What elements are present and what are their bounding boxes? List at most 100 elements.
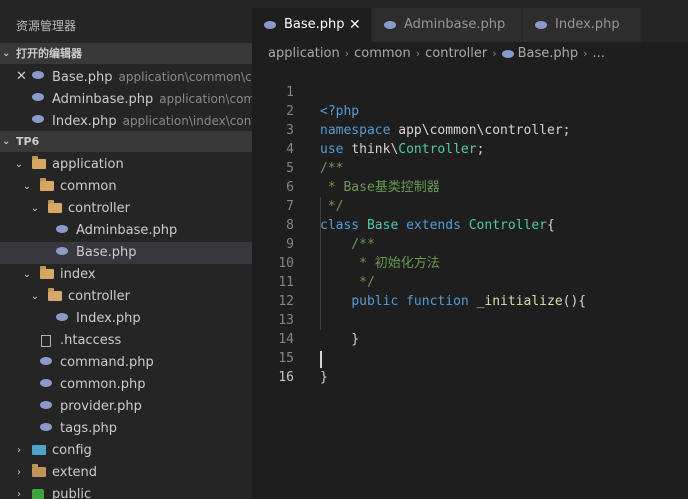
explorer-sidebar: 资源管理器 ⌄ 打开的编辑器 ✕ Base.php application\com… <box>0 0 252 499</box>
php-file-icon <box>32 115 44 123</box>
tree-label: controller <box>68 201 131 216</box>
open-editor-item-adminbase[interactable]: Adminbase.php application\comm... <box>0 88 252 110</box>
chevron-right-icon: › <box>17 467 21 478</box>
tree-folder-index[interactable]: ⌄ index <box>0 264 252 286</box>
code-line: 12 <box>252 273 688 309</box>
breadcrumb-item[interactable]: application <box>268 46 340 61</box>
code-line: 15 } <box>252 330 688 385</box>
project-header[interactable]: ⌄ TP6 <box>0 131 252 152</box>
code-line: 10 */ <box>252 235 688 290</box>
tab-label: Index.php <box>555 17 620 32</box>
php-file-icon <box>40 423 52 431</box>
tab-index[interactable]: Index.php <box>523 8 641 42</box>
php-file-icon <box>264 21 276 29</box>
tree-label: Index.php <box>76 311 141 326</box>
tree-folder-public[interactable]: › public <box>0 484 252 499</box>
folder-open-icon <box>32 156 46 169</box>
tree-file-htaccess[interactable]: .htaccess <box>0 330 252 352</box>
open-editor-name: Base.php <box>52 70 113 85</box>
breadcrumb-item[interactable]: controller <box>425 46 487 61</box>
code-line: 5 * Base基类控制器 <box>252 140 688 195</box>
chevron-right-icon: › <box>17 489 21 499</box>
chevron-down-icon: ⌄ <box>14 159 24 170</box>
public-folder-icon <box>32 489 44 499</box>
open-editors-header[interactable]: ⌄ 打开的编辑器 <box>0 43 252 64</box>
tree-folder-controller[interactable]: ⌄ controller <box>0 198 252 220</box>
tree-label: .htaccess <box>60 333 122 348</box>
code-line: 6 */ <box>252 159 688 214</box>
tree-file-common[interactable]: common.php <box>0 374 252 396</box>
project-name: TP6 <box>16 135 40 148</box>
open-editor-item-index[interactable]: Index.php application\index\contro... <box>0 110 252 132</box>
tree-label: provider.php <box>60 399 142 414</box>
chevron-right-icon: › <box>415 47 421 60</box>
tree-folder-common[interactable]: ⌄ common <box>0 176 252 198</box>
php-file-icon <box>32 93 44 101</box>
tree-label: common <box>60 179 117 194</box>
tab-base[interactable]: Base.php ✕ <box>252 8 371 42</box>
tree-folder-config[interactable]: › config <box>0 440 252 462</box>
open-editor-path: application\comm... <box>159 92 252 106</box>
breadcrumb-item[interactable]: Base.php <box>518 46 579 61</box>
chevron-down-icon: ⌄ <box>2 48 11 59</box>
tree-label: index <box>60 267 96 282</box>
tree-file-index[interactable]: Index.php <box>0 308 252 330</box>
chevron-down-icon: ⌄ <box>30 203 40 214</box>
editor-tab-bar: Base.php ✕ Adminbase.php Index.php <box>252 0 688 42</box>
explorer-title: 资源管理器 <box>16 19 77 33</box>
chevron-right-icon: › <box>344 47 350 60</box>
code-line: 1 <?php <box>252 64 688 119</box>
open-editor-item-base[interactable]: ✕ Base.php application\common\con... <box>0 66 252 88</box>
chevron-down-icon: ⌄ <box>22 181 32 192</box>
php-file-icon <box>501 49 514 58</box>
breadcrumb-item[interactable]: common <box>354 46 411 61</box>
code-line: 4 /** <box>252 121 688 176</box>
breadcrumb-item[interactable]: ... <box>593 46 605 61</box>
tree-folder-application[interactable]: ⌄ application <box>0 154 252 176</box>
php-file-icon <box>56 225 68 233</box>
tree-file-tags[interactable]: tags.php <box>0 418 252 440</box>
chevron-right-icon: › <box>583 47 588 60</box>
open-editor-path: application\index\contro... <box>122 114 252 128</box>
folder-open-icon <box>48 200 62 213</box>
php-file-icon <box>56 247 68 255</box>
code-line: 2 namespace app\common\controller; <box>252 83 688 138</box>
punctuation: } <box>320 370 328 385</box>
code-line: 14 <box>252 311 688 347</box>
code-line: 16 <box>252 349 688 385</box>
tree-file-command[interactable]: command.php <box>0 352 252 374</box>
php-file-icon <box>535 21 547 29</box>
folder-open-icon <box>48 288 62 301</box>
php-file-icon <box>40 379 52 387</box>
folder-open-icon <box>40 266 54 279</box>
tree-label: controller <box>68 289 131 304</box>
code-line: 8 /** <box>252 197 688 252</box>
code-editor[interactable]: 1 <?php 2 namespace app\common\controlle… <box>252 64 688 385</box>
breadcrumb: application › common › controller › Base.php ›.… <box>268 42 605 66</box>
open-editor-name: Adminbase.php <box>52 92 154 107</box>
close-icon[interactable]: ✕ <box>349 8 361 42</box>
close-icon[interactable]: ✕ <box>16 66 27 88</box>
open-editors-label: 打开的编辑器 <box>16 47 82 60</box>
text-cursor <box>320 351 322 368</box>
indent-guide <box>320 197 321 330</box>
chevron-down-icon: ⌄ <box>30 291 40 302</box>
tree-folder-controller[interactable]: ⌄ controller <box>0 286 252 308</box>
open-editor-name: Index.php <box>52 114 117 129</box>
tab-adminbase[interactable]: Adminbase.php <box>372 8 522 42</box>
tree-label: common.php <box>60 377 146 392</box>
tree-file-base[interactable]: Base.php <box>0 242 252 264</box>
php-file-icon <box>384 21 396 29</box>
code-line: 7 class Base extends Controller{ <box>252 178 688 233</box>
tree-label: Adminbase.php <box>76 223 178 238</box>
tree-file-provider[interactable]: provider.php <box>0 396 252 418</box>
tree-label: Base.php <box>76 245 137 260</box>
tree-label: tags.php <box>60 421 117 436</box>
tree-label: command.php <box>60 355 154 370</box>
chevron-down-icon: ⌄ <box>2 136 11 147</box>
tab-label: Adminbase.php <box>404 17 506 32</box>
tree-folder-extend[interactable]: › extend <box>0 462 252 484</box>
code-line: 13 } <box>252 292 688 347</box>
config-folder-icon <box>32 445 46 455</box>
tree-file-adminbase[interactable]: Adminbase.php <box>0 220 252 242</box>
